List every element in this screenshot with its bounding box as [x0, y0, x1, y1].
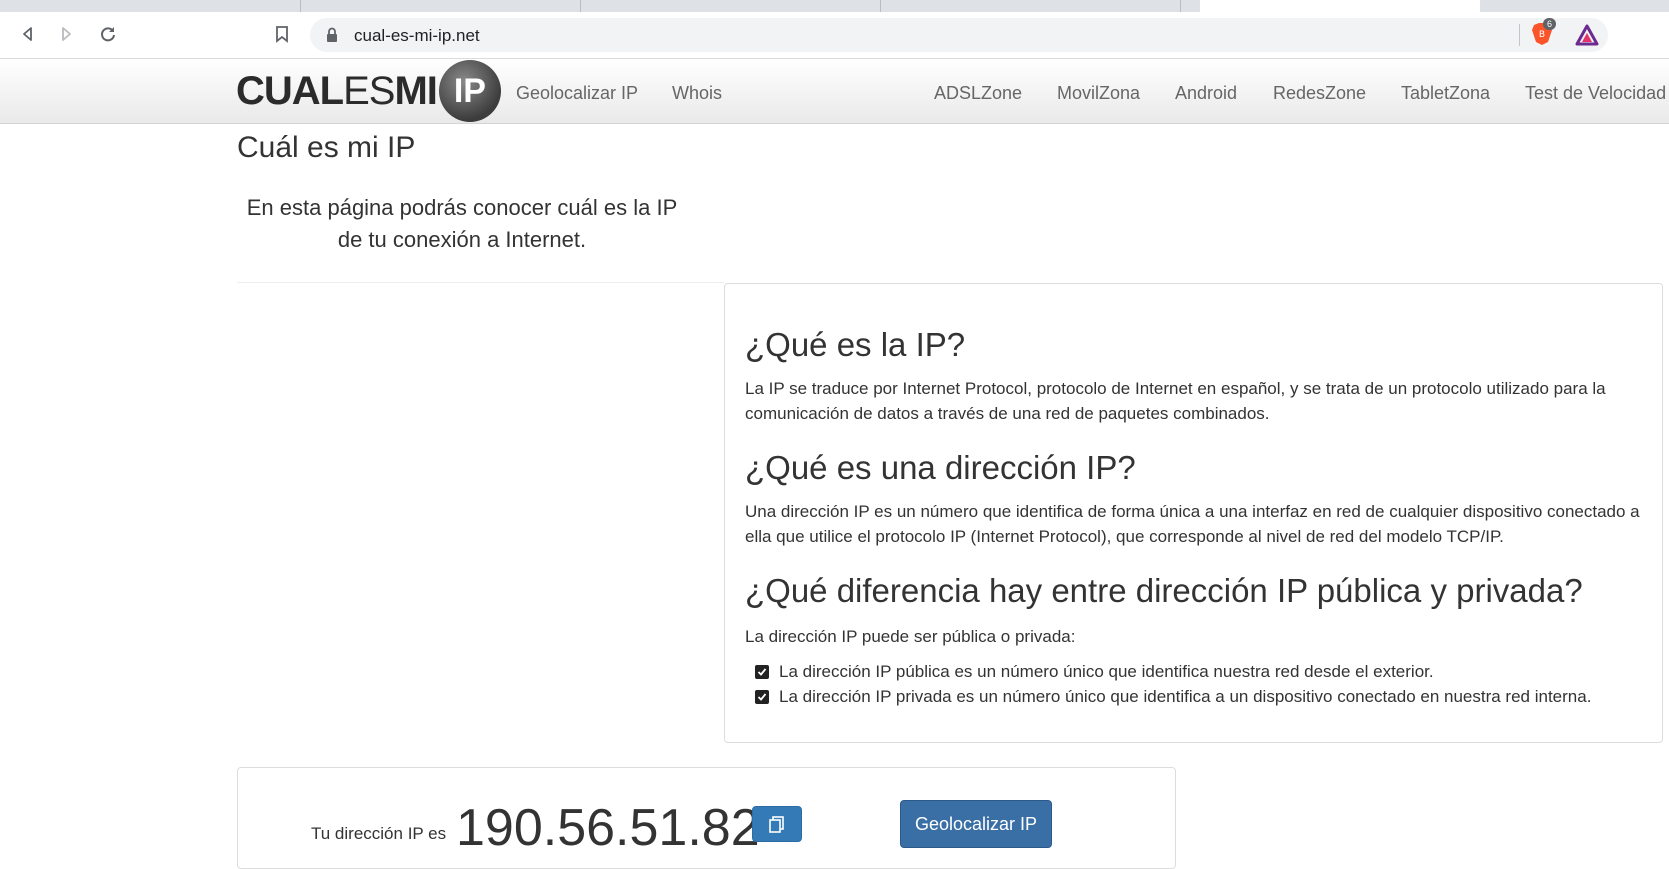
reload-button[interactable] [96, 22, 120, 46]
checkbox-icon [755, 665, 769, 679]
nav-geolocalizar[interactable]: Geolocalizar IP [516, 83, 638, 104]
nav-adslzone[interactable]: ADSLZone [934, 83, 1022, 104]
reload-icon [101, 27, 115, 42]
logo-ip-badge: IP [438, 60, 501, 122]
nav-redeszone[interactable]: RedesZone [1273, 83, 1366, 104]
site-logo[interactable]: CUAL ES MI IP [236, 60, 501, 122]
list-item-text: La dirección IP pública es un número úni… [779, 662, 1434, 681]
browser-tab[interactable] [20, 0, 301, 12]
rewards-triangle-icon [1575, 24, 1599, 46]
ip-label: Tu dirección IP es [311, 824, 447, 843]
back-button[interactable] [16, 22, 40, 46]
address-bar[interactable]: cual-es-mi-ip.net [310, 18, 1608, 52]
url-text[interactable]: cual-es-mi-ip.net [354, 26, 480, 46]
nav-tabletzona[interactable]: TabletZona [1401, 83, 1490, 104]
forward-icon [62, 27, 71, 41]
forward-button[interactable] [54, 22, 78, 46]
tab-strip [0, 0, 1669, 12]
info-panel: ¿Qué es la IP? La IP se traduce por Inte… [724, 283, 1663, 743]
site-header: CUAL ES MI IP Geolocalizar IP Whois ADSL… [0, 59, 1669, 124]
svg-text:B: B [1539, 30, 1545, 40]
list-item-text: La dirección IP privada es un número úni… [779, 687, 1592, 706]
browser-toolbar: cual-es-mi-ip.net B 6 [0, 12, 1669, 59]
heading-que-es-ip: ¿Qué es la IP? [745, 326, 966, 363]
bookmark-button[interactable] [270, 22, 294, 46]
copy-icon [769, 816, 784, 833]
brave-rewards-button[interactable] [1575, 24, 1599, 51]
shields-count-badge: 6 [1543, 18, 1557, 30]
logo-text-es: ES [343, 68, 395, 113]
logo-text-cual: CUAL [236, 68, 344, 113]
paragraph-que-es-ip: La IP se traduce por Internet Protocol, … [745, 379, 1606, 423]
divider [237, 282, 724, 283]
intro-text: En esta página podrás conocer cuál es la… [246, 195, 678, 252]
logo-text-mi: MI [394, 68, 437, 113]
page-title: Cuál es mi IP [237, 131, 416, 164]
browser-tab[interactable] [600, 0, 881, 12]
paragraph-publica-privada: La dirección IP puede ser pública o priv… [745, 627, 1076, 646]
list-item: La dirección IP pública es un número úni… [755, 662, 1434, 682]
browser-tab[interactable] [900, 0, 1181, 12]
omnibox-divider [1519, 24, 1520, 46]
back-icon [23, 27, 32, 41]
heading-que-es-direccion-ip: ¿Qué es una dirección IP? [745, 449, 1136, 486]
nav-whois[interactable]: Whois [672, 83, 722, 104]
ip-box: Tu dirección IP es 190.56.51.82 Geolocal… [237, 767, 1176, 869]
brave-shields-button[interactable]: B 6 [1531, 18, 1557, 51]
lock-icon [326, 27, 338, 48]
browser-tab[interactable] [300, 0, 581, 12]
copy-ip-button[interactable] [752, 806, 802, 842]
browser-tab-active[interactable] [1200, 0, 1480, 12]
paragraph-direccion-ip: Una dirección IP es un número que identi… [745, 502, 1640, 546]
geolocalizar-button[interactable]: Geolocalizar IP [900, 800, 1052, 848]
ip-address: 190.56.51.82 [456, 799, 760, 857]
list-item: La dirección IP privada es un número úni… [755, 687, 1591, 707]
bookmark-icon [276, 26, 288, 43]
nav-test-velocidad[interactable]: Test de Velocidad [1525, 83, 1666, 104]
nav-android[interactable]: Android [1175, 83, 1237, 104]
heading-diferencia: ¿Qué diferencia hay entre dirección IP p… [745, 572, 1583, 609]
nav-movilzona[interactable]: MovilZona [1057, 83, 1140, 104]
checkbox-icon [755, 690, 769, 704]
